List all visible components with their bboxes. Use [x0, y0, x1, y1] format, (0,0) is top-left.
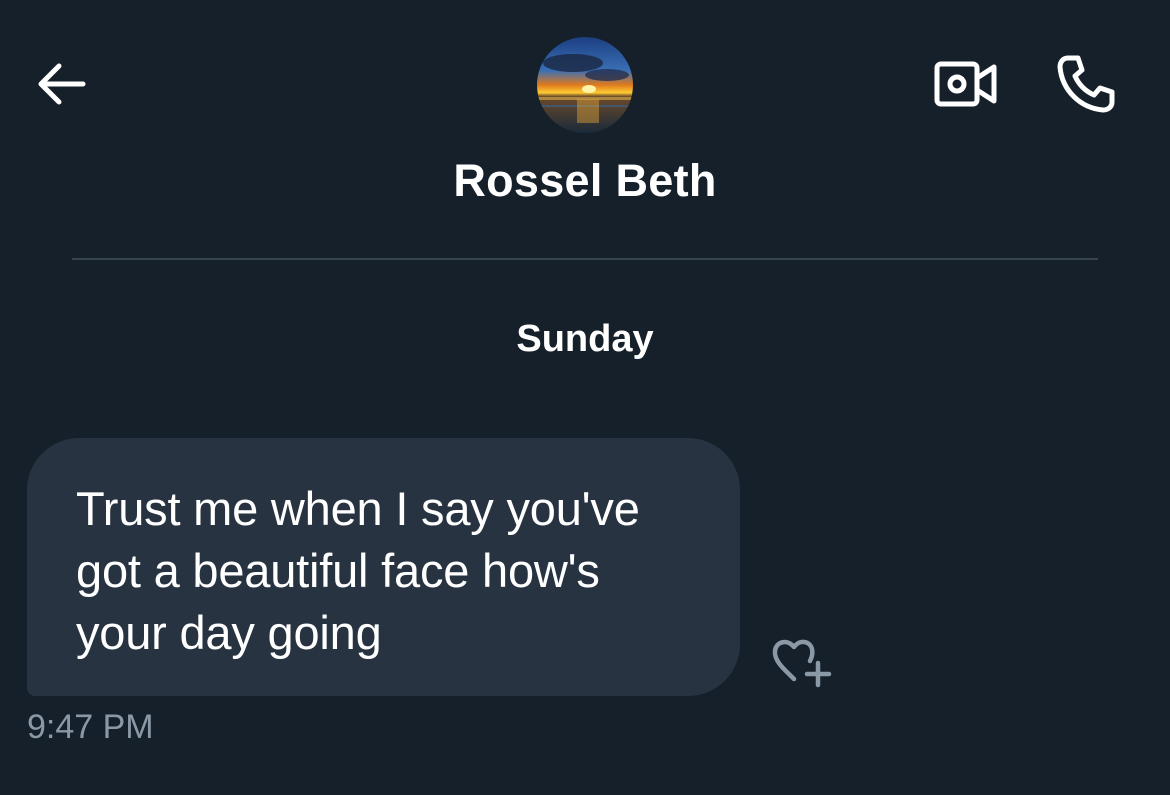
back-button[interactable]	[28, 54, 94, 114]
avatar[interactable]	[537, 37, 633, 133]
arrow-left-icon	[38, 63, 86, 105]
video-call-icon	[934, 61, 997, 107]
received-message-bubble[interactable]: Trust me when I say you've got a beautif…	[27, 438, 740, 696]
message-text: Trust me when I say you've got a beautif…	[76, 482, 640, 659]
day-separator: Sunday	[516, 318, 654, 360]
add-reaction-button[interactable]	[766, 628, 838, 694]
message-timestamp: 9:47 PM	[27, 708, 154, 746]
voice-call-button[interactable]	[1050, 50, 1122, 118]
dm-conversation-screen: Rossel Beth Sunday Trust me when I say y…	[0, 0, 1170, 795]
contact-name[interactable]: Rossel Beth	[0, 155, 1170, 207]
header-divider	[72, 258, 1098, 260]
heart-plus-icon	[772, 639, 832, 688]
avatar-sunset-image	[537, 37, 633, 133]
video-call-button[interactable]	[928, 54, 1004, 114]
phone-icon	[1057, 55, 1115, 113]
